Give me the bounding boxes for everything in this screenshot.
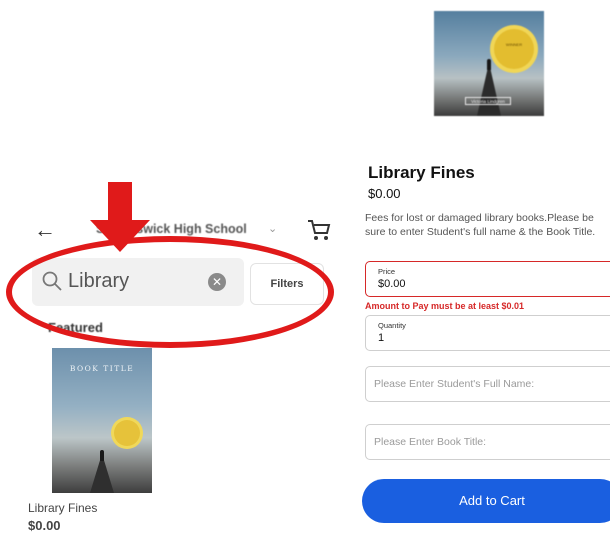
student-name-placeholder: Please Enter Student's Full Name:	[374, 378, 535, 390]
annotation-arrow	[108, 182, 132, 222]
quantity-field-label: Quantity	[378, 321, 406, 330]
product-card-title[interactable]: Library Fines	[28, 501, 97, 515]
book-title-placeholder: Please Enter Book Title:	[374, 436, 487, 448]
jetty-graphic	[90, 460, 114, 493]
search-input[interactable]: Library ✕	[32, 258, 244, 306]
filters-button[interactable]: Filters	[250, 263, 324, 305]
product-card[interactable]: BOOK TITLE	[52, 348, 152, 493]
product-price: $0.00	[368, 186, 401, 201]
product-title: Library Fines	[368, 163, 475, 182]
featured-heading: Featured	[48, 320, 103, 335]
back-arrow-icon[interactable]: ←	[34, 219, 56, 241]
quantity-field-value: 1	[378, 332, 385, 344]
price-field-label: Price	[378, 267, 396, 276]
person-graphic	[487, 59, 491, 70]
award-seal-icon: WINNER	[494, 29, 534, 69]
price-field[interactable]: Price $0.00	[365, 261, 610, 297]
cover-author: Victoria Lindgren	[465, 97, 511, 105]
product-card-price: $0.00	[28, 518, 61, 533]
clear-icon[interactable]: ✕	[208, 273, 226, 291]
product-description: Fees for lost or damaged library books.P…	[365, 212, 596, 238]
person-graphic	[100, 450, 104, 461]
product-detail-image: WINNER Victoria Lindgren	[434, 11, 544, 116]
search-icon	[41, 270, 63, 292]
add-to-cart-button[interactable]: Add to Cart	[362, 479, 610, 523]
award-seal-icon	[114, 420, 140, 446]
price-error-message: Amount to Pay must be at least $0.01	[365, 301, 525, 311]
jetty-graphic	[477, 69, 501, 116]
book-title-field[interactable]: Please Enter Book Title:	[365, 424, 610, 460]
cover-title: BOOK TITLE	[69, 364, 135, 373]
search-value: Library	[68, 270, 130, 292]
chevron-down-icon[interactable]: ⌄	[268, 222, 277, 235]
quantity-field[interactable]: Quantity 1	[365, 315, 610, 351]
annotation-arrow-head	[90, 220, 150, 252]
cart-icon[interactable]	[306, 218, 332, 242]
award-seal-text: WINNER	[505, 42, 523, 47]
product-image: BOOK TITLE	[52, 348, 152, 493]
student-name-field[interactable]: Please Enter Student's Full Name:	[365, 366, 610, 402]
price-field-value: $0.00	[378, 278, 406, 290]
